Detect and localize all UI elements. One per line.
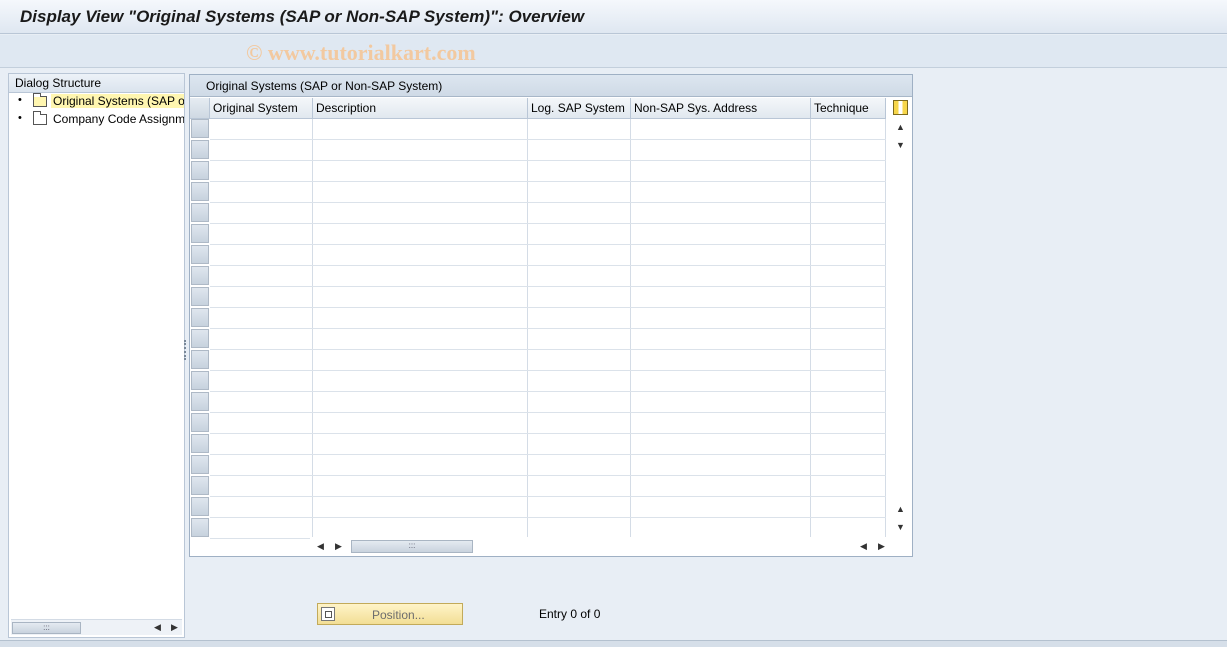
scroll-thumb[interactable]: ::: bbox=[12, 622, 81, 634]
row-selector[interactable] bbox=[191, 266, 209, 285]
row-selector[interactable] bbox=[191, 161, 209, 180]
position-icon bbox=[321, 607, 335, 621]
position-button-label: Position... bbox=[372, 608, 425, 622]
tree-item-company-code-assignment[interactable]: • Company Code Assignment bbox=[9, 111, 184, 128]
dialog-structure-header: Dialog Structure bbox=[9, 74, 184, 93]
page-title: Display View "Original Systems (SAP or N… bbox=[20, 7, 585, 26]
table-row[interactable] bbox=[210, 329, 886, 350]
select-all-cell[interactable] bbox=[190, 98, 210, 119]
tree-item-original-systems[interactable]: • Original Systems (SAP or Non-SAP Syste… bbox=[9, 93, 184, 110]
bullet-icon: • bbox=[18, 112, 22, 124]
scroll-up-icon[interactable]: ▲ bbox=[896, 504, 905, 514]
entry-count: Entry 0 of 0 bbox=[539, 607, 601, 621]
row-selector[interactable] bbox=[191, 350, 209, 369]
table-row[interactable] bbox=[210, 518, 886, 539]
panel-splitter[interactable] bbox=[184, 340, 186, 360]
scroll-left-icon[interactable]: ◀ bbox=[860, 541, 867, 552]
col-technique[interactable]: Technique bbox=[811, 98, 886, 119]
application-toolbar: © www.tutorialkart.com bbox=[0, 35, 1227, 68]
row-selector[interactable] bbox=[191, 371, 209, 390]
row-selector[interactable] bbox=[191, 287, 209, 306]
col-description[interactable]: Description bbox=[313, 98, 528, 119]
table-row[interactable] bbox=[210, 203, 886, 224]
row-selector[interactable] bbox=[191, 245, 209, 264]
table-row[interactable] bbox=[210, 140, 886, 161]
watermark: © www.tutorialkart.com bbox=[246, 40, 476, 65]
row-selector[interactable] bbox=[191, 203, 209, 222]
tree-item-label: Original Systems (SAP or Non-SAP System) bbox=[51, 94, 184, 108]
table-row[interactable] bbox=[210, 434, 886, 455]
table-row[interactable] bbox=[210, 266, 886, 287]
table-horizontal-scrollbar[interactable]: ◀ ▶ ::: ◀ ▶ bbox=[310, 538, 890, 555]
table-row[interactable] bbox=[210, 119, 886, 140]
table-row[interactable] bbox=[210, 497, 886, 518]
table-row[interactable] bbox=[210, 245, 886, 266]
table-caption: Original Systems (SAP or Non-SAP System) bbox=[190, 75, 912, 97]
scroll-right-icon[interactable]: ▶ bbox=[171, 622, 178, 633]
table-row[interactable] bbox=[210, 182, 886, 203]
row-selector[interactable] bbox=[191, 308, 209, 327]
table-row[interactable] bbox=[210, 161, 886, 182]
table-row[interactable] bbox=[210, 455, 886, 476]
table-row[interactable] bbox=[210, 476, 886, 497]
bullet-icon: • bbox=[18, 94, 22, 106]
scroll-thumb[interactable]: ::: bbox=[351, 540, 473, 553]
table-row[interactable] bbox=[210, 350, 886, 371]
row-selector[interactable] bbox=[191, 455, 209, 474]
scroll-up-icon[interactable]: ▲ bbox=[896, 122, 905, 132]
table-vertical-scrollbar[interactable]: ▲ ▼ ▲ ▼ bbox=[890, 119, 910, 537]
table-row[interactable] bbox=[210, 392, 886, 413]
row-selector[interactable] bbox=[191, 518, 209, 537]
scroll-down-icon[interactable]: ▼ bbox=[896, 140, 905, 150]
title-bar: Display View "Original Systems (SAP or N… bbox=[0, 0, 1227, 34]
status-bar bbox=[0, 640, 1227, 647]
scroll-left-icon[interactable]: ◀ bbox=[154, 622, 161, 633]
scroll-down-icon[interactable]: ▼ bbox=[896, 522, 905, 532]
folder-icon bbox=[33, 111, 47, 125]
col-non-sap-sys-address[interactable]: Non-SAP Sys. Address bbox=[631, 98, 811, 119]
table-row[interactable] bbox=[210, 287, 886, 308]
scroll-right-icon[interactable]: ▶ bbox=[335, 541, 342, 552]
position-button[interactable]: Position... bbox=[317, 603, 463, 625]
table-row[interactable] bbox=[210, 371, 886, 392]
row-selector[interactable] bbox=[191, 329, 209, 348]
row-selector[interactable] bbox=[191, 476, 209, 495]
col-original-system[interactable]: Original System bbox=[210, 98, 313, 119]
row-selector[interactable] bbox=[191, 119, 209, 138]
table-row[interactable] bbox=[210, 224, 886, 245]
dialog-structure-panel: Dialog Structure • Original Systems (SAP… bbox=[8, 73, 185, 638]
row-selector[interactable] bbox=[191, 497, 209, 516]
table-row[interactable] bbox=[210, 413, 886, 434]
row-selector[interactable] bbox=[191, 140, 209, 159]
row-selector[interactable] bbox=[191, 434, 209, 453]
row-selector[interactable] bbox=[191, 413, 209, 432]
table-row[interactable] bbox=[210, 308, 886, 329]
original-systems-table: Original Systems (SAP or Non-SAP System)… bbox=[189, 74, 913, 557]
tree-item-label: Company Code Assignment bbox=[53, 112, 184, 126]
table-settings-icon[interactable] bbox=[893, 100, 908, 115]
scroll-right-icon[interactable]: ▶ bbox=[878, 541, 885, 552]
scroll-left-icon[interactable]: ◀ bbox=[317, 541, 324, 552]
col-log-sap-system[interactable]: Log. SAP System bbox=[528, 98, 631, 119]
row-selector[interactable] bbox=[191, 182, 209, 201]
row-selector[interactable] bbox=[191, 392, 209, 411]
tree-horizontal-scrollbar[interactable]: ::: ◀ ▶ bbox=[11, 619, 182, 635]
open-folder-icon bbox=[33, 93, 47, 107]
row-selector[interactable] bbox=[191, 224, 209, 243]
